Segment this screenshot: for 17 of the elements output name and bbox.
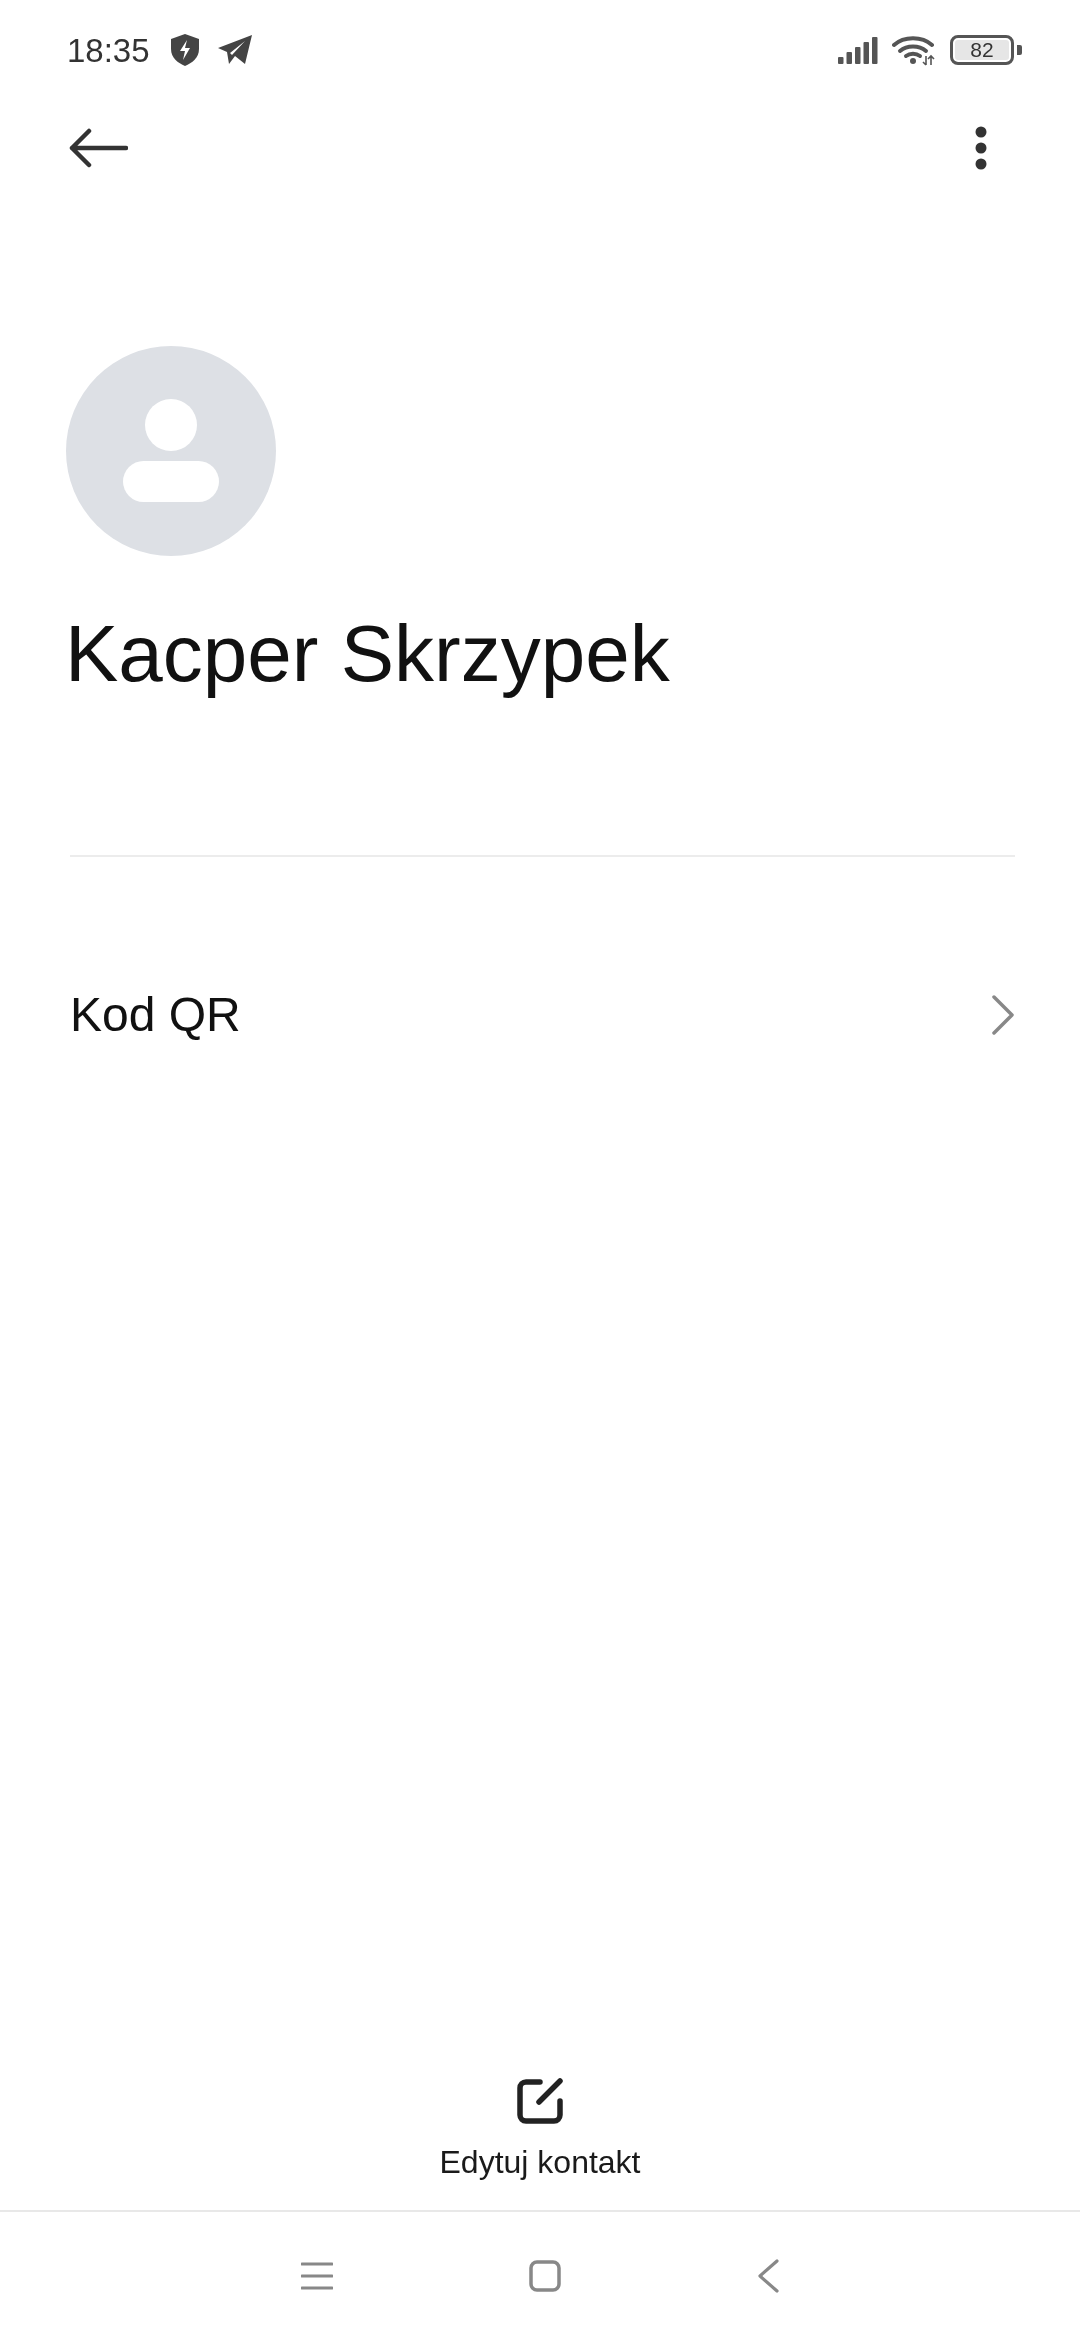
status-time: 18:35 xyxy=(67,33,150,67)
signal-icon xyxy=(838,36,878,64)
contact-name: Kacper Skrzypek xyxy=(65,608,671,700)
menu-icon[interactable] xyxy=(301,2262,333,2290)
edit-icon xyxy=(516,2076,564,2125)
shield-bolt-icon xyxy=(170,34,199,66)
square-icon[interactable] xyxy=(529,2260,561,2292)
chevron-left-icon[interactable] xyxy=(757,2259,779,2293)
paper-plane-icon xyxy=(217,35,252,65)
edit-contact-button[interactable]: Edytuj kontakt xyxy=(439,2076,641,2181)
arrow-left-icon[interactable] xyxy=(68,127,128,168)
list-item[interactable]: Kod QR xyxy=(0,958,1080,1072)
avatar-icon xyxy=(66,346,276,556)
wifi-icon xyxy=(892,34,936,66)
kebab-menu-icon[interactable] xyxy=(975,125,987,170)
chevron-right-icon xyxy=(992,994,1014,1035)
battery-indicator: 82 xyxy=(950,35,1022,65)
